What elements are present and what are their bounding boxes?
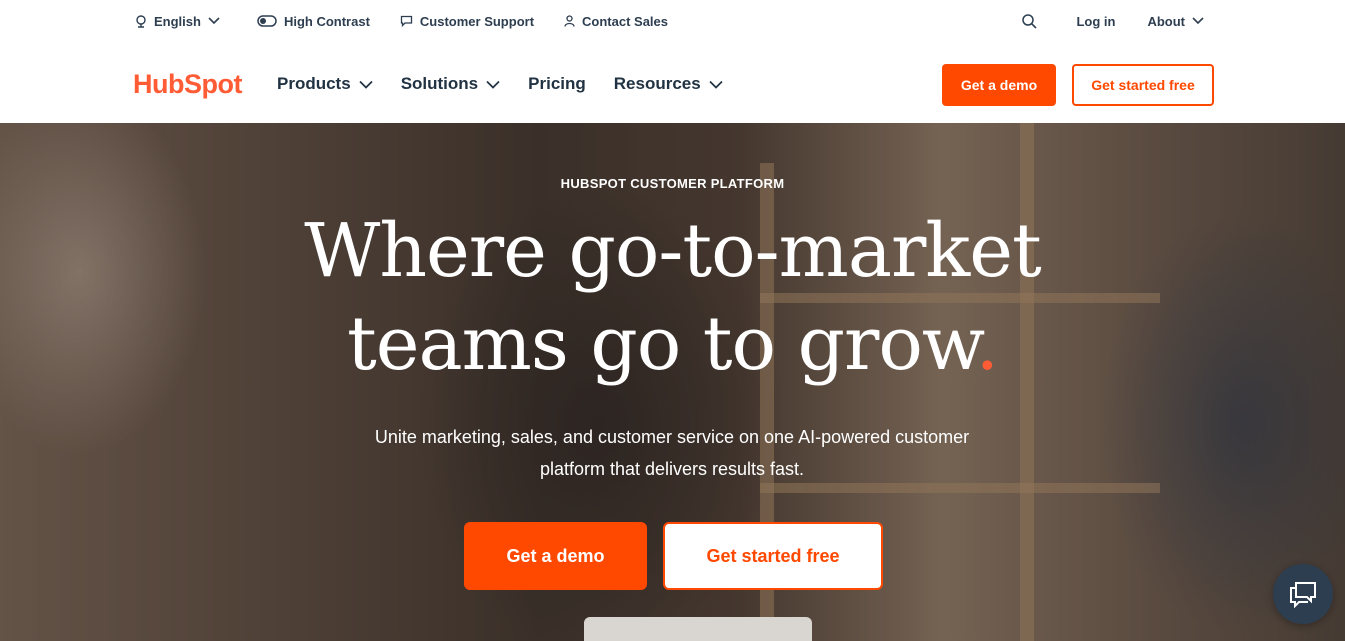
nav-pricing[interactable]: Pricing bbox=[528, 74, 586, 94]
language-label: English bbox=[154, 13, 201, 29]
nav-resources[interactable]: Resources bbox=[614, 74, 723, 94]
hero-subtext: Unite marketing, sales, and customer ser… bbox=[374, 427, 970, 479]
chevron-down-icon bbox=[359, 80, 373, 89]
nav-solutions[interactable]: Solutions bbox=[401, 74, 500, 94]
chevron-down-icon bbox=[1192, 17, 1204, 25]
log-in-label: Log in bbox=[1076, 13, 1116, 29]
nav-products[interactable]: Products bbox=[277, 74, 373, 94]
get-demo-button[interactable]: Get a demo bbox=[942, 64, 1056, 106]
nav-pricing-label: Pricing bbox=[528, 74, 586, 93]
main-nav: HubSpot Products Solutions Pricing Resou… bbox=[0, 42, 1345, 123]
nav-solutions-label: Solutions bbox=[400, 74, 479, 93]
person-icon bbox=[564, 15, 575, 27]
chevron-down-icon bbox=[486, 80, 500, 89]
utility-right: Log in About bbox=[990, 0, 1211, 42]
hubspot-logo[interactable]: HubSpot bbox=[133, 67, 242, 101]
nav-products-label: Products bbox=[277, 74, 351, 93]
high-contrast-label: High Contrast bbox=[283, 13, 370, 29]
hero-get-demo-button[interactable]: Get a demo bbox=[464, 522, 647, 590]
nav-links: Products Solutions Pricing Resources bbox=[277, 69, 751, 99]
headline-line-1: Where go-to-market bbox=[304, 208, 1041, 294]
hero-headline: Where go-to-market teams go to grow. bbox=[0, 205, 1345, 391]
log-in-link[interactable]: Log in bbox=[1076, 14, 1115, 29]
search-button[interactable] bbox=[1022, 13, 1044, 29]
customer-support-link[interactable]: Customer Support bbox=[400, 14, 534, 29]
nav-resources-label: Resources bbox=[613, 74, 701, 93]
hero-content: HUBSPOT CUSTOMER PLATFORM Where go-to-ma… bbox=[0, 123, 1345, 641]
contact-sales-link[interactable]: Contact Sales bbox=[564, 14, 668, 29]
chat-widget-button[interactable] bbox=[1273, 564, 1333, 624]
hero-eyebrow: HUBSPOT CUSTOMER PLATFORM bbox=[560, 176, 785, 191]
chevron-down-icon bbox=[709, 80, 723, 89]
logo-text: HubSpot bbox=[133, 68, 242, 99]
chat-bubble-icon bbox=[400, 15, 413, 27]
customer-support-label: Customer Support bbox=[419, 13, 535, 29]
utility-bar: English High Contrast Customer Support C… bbox=[0, 0, 1345, 42]
about-label: About bbox=[1147, 13, 1185, 29]
hero-section: HUBSPOT CUSTOMER PLATFORM Where go-to-ma… bbox=[0, 123, 1345, 641]
chat-icon bbox=[1290, 582, 1316, 608]
hero-get-started-free-button[interactable]: Get started free bbox=[663, 522, 883, 590]
get-started-free-button[interactable]: Get started free bbox=[1072, 64, 1214, 106]
toggle-icon bbox=[257, 15, 277, 27]
chevron-down-icon bbox=[208, 17, 220, 25]
search-icon bbox=[1022, 13, 1038, 29]
globe-icon bbox=[136, 14, 146, 28]
language-selector[interactable]: English bbox=[135, 14, 227, 29]
laptop-image bbox=[584, 617, 812, 641]
contact-sales-label: Contact Sales bbox=[582, 13, 669, 29]
utility-left: English High Contrast Customer Support C… bbox=[135, 0, 698, 42]
about-menu[interactable]: About bbox=[1147, 14, 1211, 29]
high-contrast-toggle[interactable]: High Contrast bbox=[257, 14, 370, 29]
headline-line-2: teams go to grow bbox=[347, 301, 976, 387]
headline-dot: . bbox=[975, 301, 999, 387]
